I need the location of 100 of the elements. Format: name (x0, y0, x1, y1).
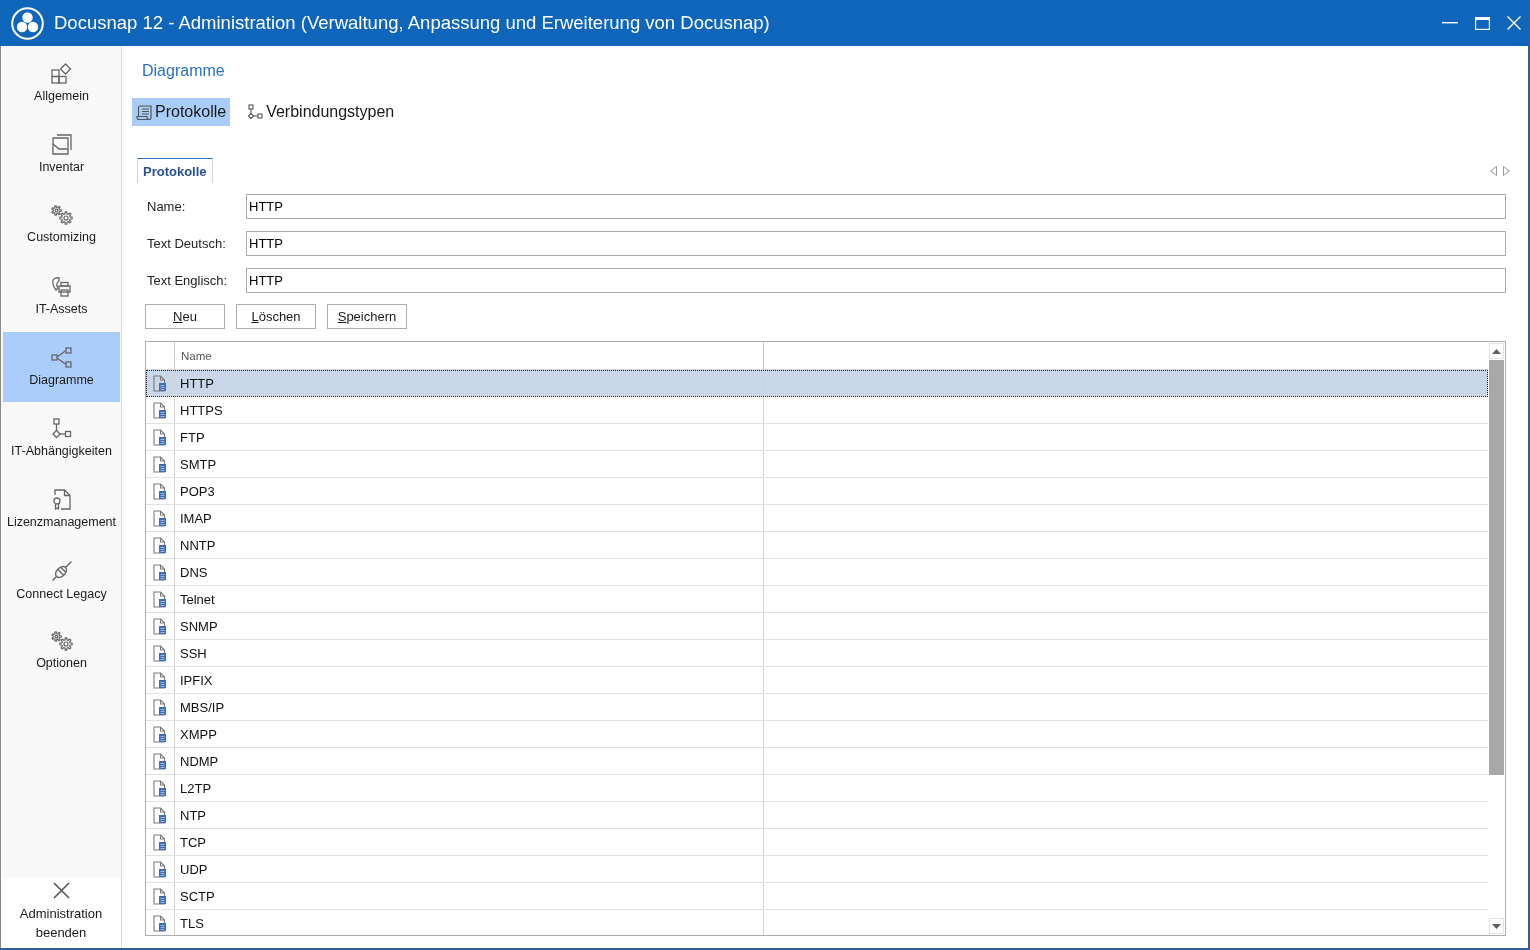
document-icon (153, 563, 167, 581)
table-cell: UDP (175, 856, 764, 882)
up-arrow-icon (1492, 348, 1501, 354)
table-cell: XMPP (175, 721, 764, 747)
table-row[interactable]: SMTP (146, 451, 1488, 478)
table-row[interactable]: SSH (146, 640, 1488, 667)
input-field[interactable]: HTTP (246, 194, 1506, 219)
table-row[interactable]: FTP (146, 424, 1488, 451)
gears-icon (50, 205, 73, 225)
table-cell: L2TP (175, 775, 764, 801)
table-row[interactable]: HTTP (146, 370, 1488, 397)
sidebar-item[interactable]: Allgemein (3, 48, 120, 118)
table-cell: TCP (175, 829, 764, 855)
document-icon (153, 725, 167, 743)
table-cell: SMTP (175, 451, 764, 477)
nodes-icon (51, 347, 72, 368)
hierarchy-icon (247, 104, 264, 120)
document-icon (153, 617, 167, 635)
table-cell: NNTP (175, 532, 764, 558)
sidebar-item[interactable]: Customizing (3, 190, 120, 260)
table-row[interactable]: DNS (146, 559, 1488, 586)
document-icon (153, 887, 167, 905)
toolbar-button[interactable]: Verbindungstypen (243, 98, 399, 126)
tab[interactable]: Protokolle (137, 158, 213, 183)
scroll-up-button[interactable] (1489, 343, 1504, 359)
document-icon (153, 401, 167, 419)
page-heading: Diagramme (142, 61, 225, 81)
field-label: Name: (146, 199, 187, 214)
toolbar-button[interactable]: Protokolle (132, 98, 231, 126)
document-icon (153, 644, 167, 662)
table-cell: TLS (175, 910, 764, 935)
sidebar-item[interactable]: Lizenzmanagement (3, 474, 120, 544)
table-row[interactable]: NNTP (146, 532, 1488, 559)
sidebar-item[interactable]: Optionen (3, 616, 120, 686)
document-icon (153, 590, 167, 608)
table-cell: MBS/IP (175, 694, 764, 720)
document-icon (153, 779, 167, 797)
field-label: Text Deutsch: (146, 236, 227, 251)
tray-icon (51, 134, 72, 155)
sidebar-item[interactable]: Connect Legacy (3, 545, 120, 615)
table-row[interactable]: IMAP (146, 505, 1488, 532)
down-arrow-icon (1492, 923, 1501, 929)
table-row[interactable]: IPFIX (146, 667, 1488, 694)
action-button[interactable]: Neu (145, 304, 225, 329)
action-button[interactable]: Speichern (327, 304, 407, 329)
minimize-icon (1442, 22, 1458, 24)
plug-icon (50, 560, 73, 582)
table-row[interactable]: XMPP (146, 721, 1488, 748)
table-cell: NTP (175, 802, 764, 828)
exit-button[interactable]: Administration beenden (1, 878, 121, 948)
tiles-icon (51, 63, 72, 84)
input-field[interactable]: HTTP (246, 268, 1506, 293)
document-icon (153, 752, 167, 770)
phone-printer-icon (51, 276, 72, 297)
scroll-left-icon[interactable] (1490, 165, 1497, 176)
document-icon (153, 428, 167, 446)
sidebar-item[interactable]: IT-Abhängigkeiten (3, 403, 120, 473)
table-cell: NDMP (175, 748, 764, 774)
close-icon (1507, 16, 1521, 30)
document-icon (153, 914, 167, 932)
table-cell: POP3 (175, 478, 764, 504)
table-cell: HTTPS (175, 397, 764, 423)
document-icon (153, 509, 167, 527)
action-button[interactable]: Löschen (236, 304, 316, 329)
table-cell: DNS (175, 559, 764, 585)
table-row[interactable]: Telnet (146, 586, 1488, 613)
document-icon (153, 482, 167, 500)
hierarchy-icon (51, 418, 72, 439)
scroll-right-icon[interactable] (1503, 165, 1510, 176)
table-row[interactable]: MBS/IP (146, 694, 1488, 721)
input-field[interactable]: HTTP (246, 231, 1506, 256)
maximize-icon (1474, 16, 1490, 30)
table-row[interactable]: TCP (146, 829, 1488, 856)
table-row[interactable]: HTTPS (146, 397, 1488, 424)
table-row[interactable]: POP3 (146, 478, 1488, 505)
document-icon (153, 833, 167, 851)
column-header[interactable]: Name (175, 342, 764, 369)
table-row[interactable]: SCTP (146, 883, 1488, 910)
table-cell: HTTP (175, 370, 764, 396)
document-icon (153, 806, 167, 824)
table-row[interactable]: NTP (146, 802, 1488, 829)
table-cell: SCTP (175, 883, 764, 909)
document-icon (153, 860, 167, 878)
sidebar-item[interactable]: Inventar (3, 119, 120, 189)
scroll-down-button[interactable] (1489, 918, 1504, 934)
sidebar-item[interactable]: Diagramme (3, 332, 120, 402)
table-cell: FTP (175, 424, 764, 450)
table-row[interactable]: L2TP (146, 775, 1488, 802)
table-row[interactable]: UDP (146, 856, 1488, 883)
document-icon (153, 698, 167, 716)
table-cell: IPFIX (175, 667, 764, 693)
sidebar-item[interactable]: IT-Assets (3, 261, 120, 331)
table-cell: Telnet (175, 586, 764, 612)
document-icon (153, 374, 167, 392)
table-row[interactable]: NDMP (146, 748, 1488, 775)
certificate-icon (52, 489, 71, 510)
scrollbar-thumb[interactable] (1489, 360, 1504, 775)
gears-icon (50, 631, 73, 651)
table-row[interactable]: SNMP (146, 613, 1488, 640)
table-cell: IMAP (175, 505, 764, 531)
